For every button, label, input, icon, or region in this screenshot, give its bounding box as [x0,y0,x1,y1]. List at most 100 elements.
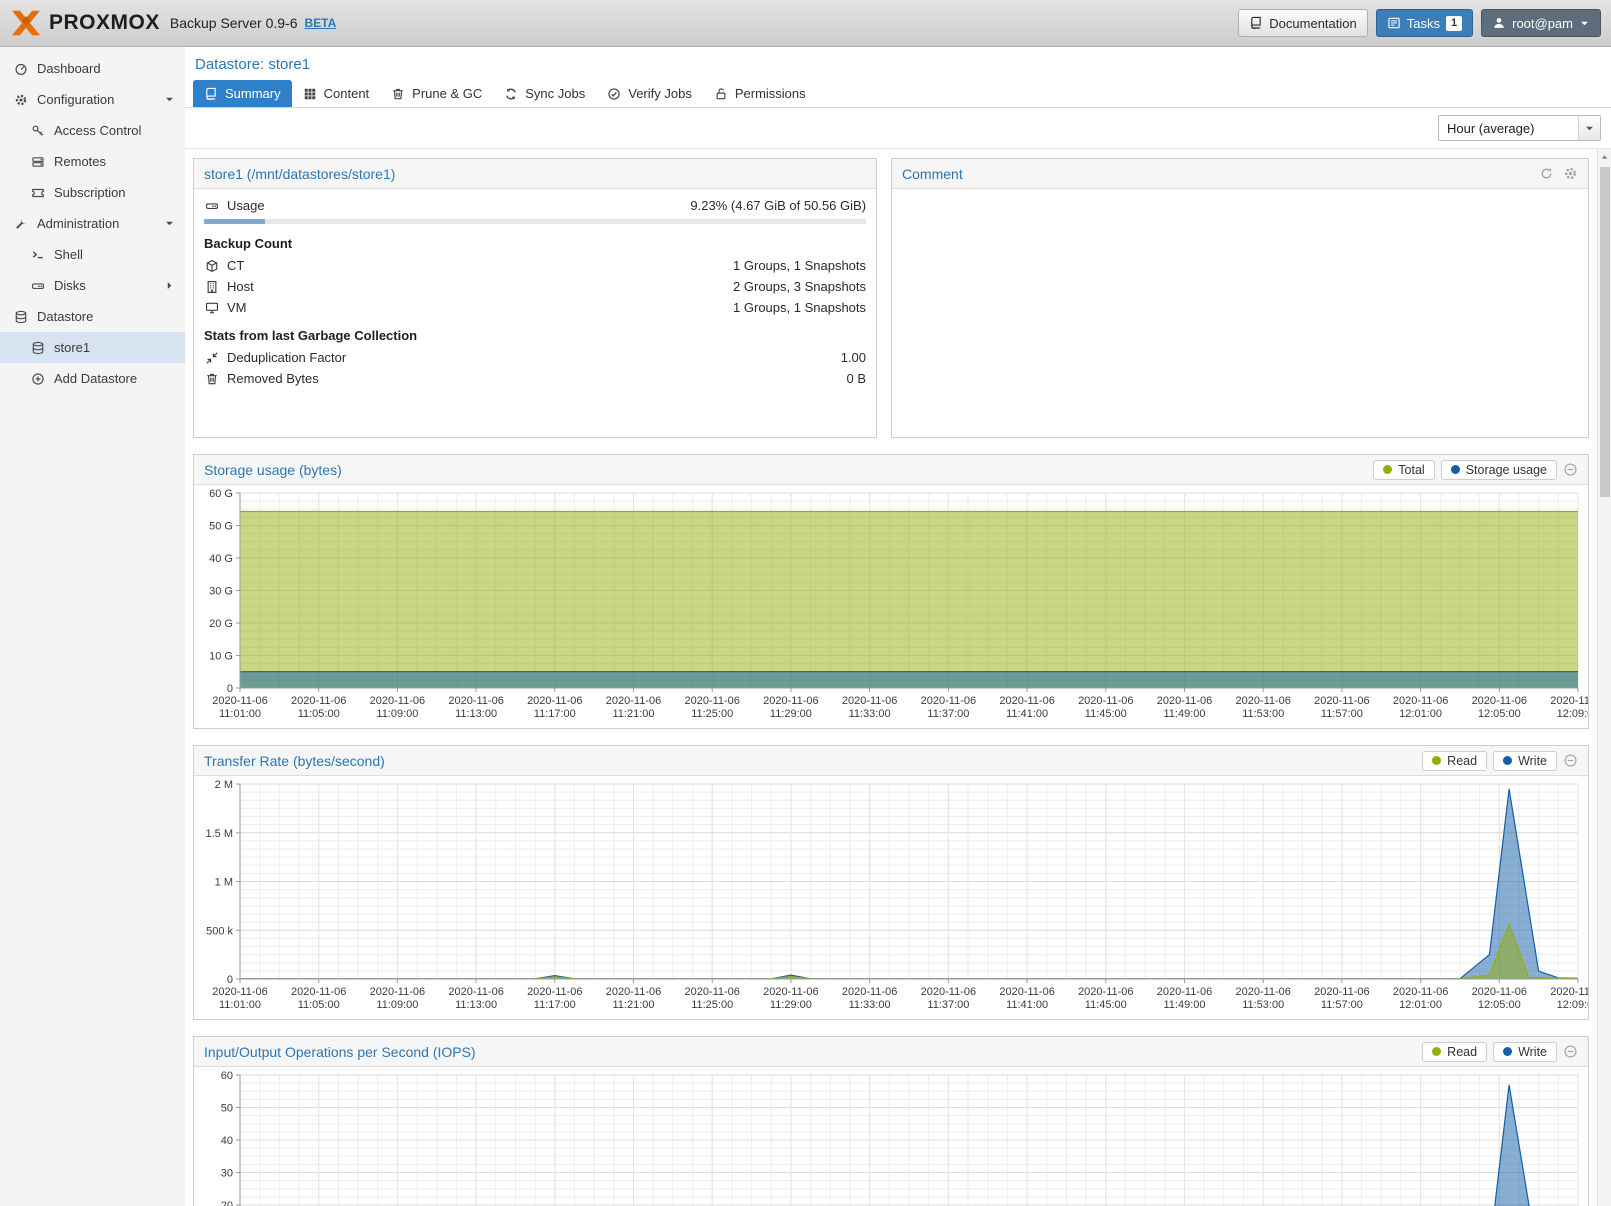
legend-item-write[interactable]: Write [1493,751,1557,771]
legend-item-read[interactable]: Read [1422,1042,1487,1062]
scroll-up-button[interactable] [1598,149,1611,165]
tab-sync-jobs[interactable]: Sync Jobs [493,80,596,107]
legend-dot [1383,465,1392,474]
sidebar-item-remotes[interactable]: Remotes [0,146,185,177]
trash-icon [204,372,220,386]
svg-text:11:17:00: 11:17:00 [534,708,576,720]
legend-item-read[interactable]: Read [1422,751,1487,771]
datastore-info-panel: store1 (/mnt/datastores/store1) Usage 9.… [193,158,877,438]
hdd-icon [30,279,46,293]
svg-text:11:29:00: 11:29:00 [770,999,812,1011]
svg-text:11:33:00: 11:33:00 [849,999,891,1011]
collapse-icon[interactable] [1563,753,1578,768]
sidebar-item-disks[interactable]: Disks [0,270,185,301]
tab-bar: Summary Content Prune & GC Sync Jobs Ver… [185,80,1611,108]
svg-text:10 G: 10 G [209,651,233,663]
scrollbar-thumb[interactable] [1600,167,1610,497]
tab-verify-jobs[interactable]: Verify Jobs [596,80,703,107]
svg-text:20: 20 [221,1200,233,1206]
backup-count-heading: Backup Count [194,226,876,255]
sidebar-item-administration[interactable]: Administration [0,208,185,239]
svg-text:11:13:00: 11:13:00 [455,999,497,1011]
unlock-icon [714,87,728,101]
sidebar-item-label: Shell [54,247,83,262]
svg-text:2020-11-06: 2020-11-06 [1078,695,1133,707]
svg-text:1.5 M: 1.5 M [205,828,233,840]
legend-item-total[interactable]: Total [1373,460,1434,480]
sidebar-item-configuration[interactable]: Configuration [0,84,185,115]
sidebar-item-subscription[interactable]: Subscription [0,177,185,208]
sidebar-item-datastore[interactable]: Datastore [0,301,185,332]
gc-stats-heading: Stats from last Garbage Collection [194,318,876,347]
gear-icon [13,93,29,107]
sidebar-item-access-control[interactable]: Access Control [0,115,185,146]
svg-text:11:53:00: 11:53:00 [1242,708,1284,720]
beta-link[interactable]: BETA [304,16,336,30]
sidebar-item-label: Datastore [37,309,93,324]
collapse-icon[interactable] [1563,462,1578,477]
svg-text:12:05:00: 12:05:00 [1478,708,1521,720]
cube-icon [204,259,220,273]
row-value: 1 Groups, 1 Snapshots [733,258,866,273]
usage-row: Usage 9.23% (4.67 GiB of 50.56 GiB) [194,189,876,216]
svg-text:2020-11-06: 2020-11-06 [1472,695,1527,707]
svg-text:2020-11-06: 2020-11-06 [212,695,267,707]
row-value: 2 Groups, 3 Snapshots [733,279,866,294]
tab-prune-gc[interactable]: Prune & GC [380,80,493,107]
legend-item-storage-usage[interactable]: Storage usage [1441,460,1557,480]
svg-text:11:37:00: 11:37:00 [927,999,969,1011]
chevron-down-icon [164,94,175,105]
gear-icon[interactable] [1563,166,1578,181]
tab-permissions[interactable]: Permissions [703,80,817,107]
documentation-button[interactable]: Documentation [1238,9,1367,37]
ticket-icon [30,186,46,200]
sidebar-item-label: Administration [37,216,119,231]
row-value: 1.00 [841,350,866,365]
svg-text:0: 0 [227,974,233,986]
svg-text:20 G: 20 G [209,618,233,630]
vertical-scrollbar[interactable] [1597,149,1611,1206]
book-icon [204,87,218,101]
transfer-rate-chart: 0500 k1 M1.5 M2 M2020-11-0611:01:002020-… [194,776,1588,1019]
legend-item-write[interactable]: Write [1493,1042,1557,1062]
svg-text:11:01:00: 11:01:00 [219,999,261,1011]
collapse-icon[interactable] [1563,1044,1578,1059]
tab-content[interactable]: Content [292,80,381,107]
sidebar-item-label: Add Datastore [54,371,137,386]
sidebar-item-dashboard[interactable]: Dashboard [0,53,185,84]
database-icon [13,310,29,324]
tasks-button[interactable]: Tasks 1 [1376,9,1473,37]
sidebar-item-add-datastore[interactable]: Add Datastore [0,363,185,394]
chevron-down-icon [1578,116,1600,140]
check-circle-icon [607,87,621,101]
backup-count-row-vm: VM 1 Groups, 1 Snapshots [194,297,876,318]
sidebar-item-shell[interactable]: Shell [0,239,185,270]
tasks-count-badge: 1 [1446,16,1462,31]
tab-label: Content [324,86,370,101]
panel-title: store1 (/mnt/datastores/store1) [204,166,395,182]
sidebar-item-label: Remotes [54,154,106,169]
panel-title: Storage usage (bytes) [204,462,342,478]
gc-row-removed-bytes: Removed Bytes 0 B [194,368,876,389]
timeframe-select[interactable]: Hour (average) [1438,115,1601,141]
sidebar-item-label: Subscription [54,185,126,200]
svg-text:2020-11-06: 2020-11-06 [370,695,425,707]
rotate-icon[interactable] [1539,166,1554,181]
svg-text:11:25:00: 11:25:00 [691,999,733,1011]
book-icon [1249,16,1263,30]
backup-count-row-host: Host 2 Groups, 3 Snapshots [194,276,876,297]
transfer-rate-panel: Transfer Rate (bytes/second) Read Write [193,745,1589,1020]
tab-summary[interactable]: Summary [193,80,292,107]
svg-text:2020-11-06: 2020-11-06 [1235,986,1290,998]
iops-chart: 01020304050602020-11-0611:01:002020-11-0… [194,1067,1588,1206]
sidebar-item-store1[interactable]: store1 [0,332,185,363]
usage-label: Usage [227,198,265,213]
svg-text:1 M: 1 M [215,877,233,889]
svg-text:12:01:00: 12:01:00 [1399,708,1442,720]
svg-text:11:01:00: 11:01:00 [219,708,261,720]
trash-icon [391,87,405,101]
sidebar: Dashboard Configuration Access Control R… [0,47,185,1206]
backup-count-row-ct: CT 1 Groups, 1 Snapshots [194,255,876,276]
user-menu-button[interactable]: root@pam [1481,9,1601,37]
legend-dot [1451,465,1460,474]
